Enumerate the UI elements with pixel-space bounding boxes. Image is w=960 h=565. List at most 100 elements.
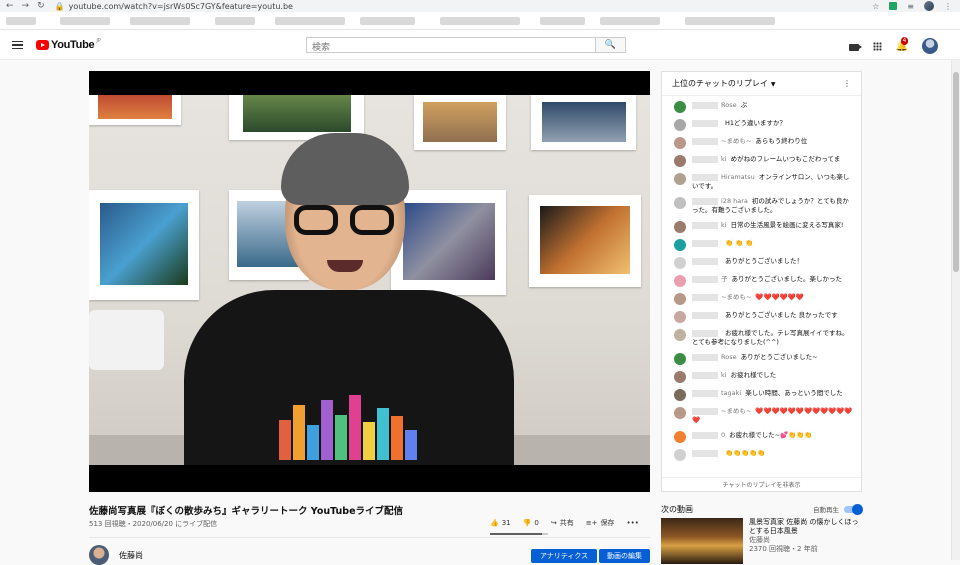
chat-author-avatar[interactable] bbox=[674, 257, 686, 269]
chat-author-avatar[interactable] bbox=[674, 119, 686, 131]
bookmark-item[interactable] bbox=[440, 17, 520, 25]
address-bar[interactable]: 🔒 youtube.com/watch?v=jsrWs0Sc7GY&featur… bbox=[55, 2, 293, 11]
chat-author-avatar[interactable] bbox=[674, 173, 686, 185]
chat-message-text: ぷ bbox=[740, 101, 748, 109]
chat-author-name: tagaki bbox=[721, 389, 742, 397]
like-ratio-fill bbox=[490, 533, 543, 535]
search-button[interactable]: 🔍 bbox=[596, 37, 626, 53]
chat-author-avatar[interactable] bbox=[674, 353, 686, 365]
chat-author-avatar[interactable] bbox=[674, 155, 686, 167]
chat-message-text: ❤️❤️❤️❤️❤️❤️ bbox=[755, 293, 804, 301]
create-video-icon[interactable] bbox=[848, 43, 862, 51]
redacted-name bbox=[692, 119, 718, 127]
video-title: 佐藤尚写真展『ぼくの散歩みち』ギャラリートーク YouTubeライブ配信 bbox=[89, 506, 404, 517]
bookmark-item[interactable] bbox=[275, 17, 345, 25]
page-scrollbar[interactable] bbox=[951, 60, 960, 560]
chat-filter-dropdown[interactable]: 上位のチャットのリプレイ ▼ bbox=[672, 78, 776, 89]
chat-author-avatar[interactable] bbox=[674, 371, 686, 383]
chat-message: 👏👏👏👏👏 bbox=[662, 449, 861, 461]
chat-author-avatar[interactable] bbox=[674, 221, 686, 233]
more-actions-button[interactable]: ••• bbox=[626, 519, 638, 527]
star-icon[interactable]: ☆ bbox=[872, 2, 879, 11]
thumbs-up-icon: 👍 bbox=[490, 519, 499, 527]
chat-author-avatar[interactable] bbox=[674, 275, 686, 287]
reload-icon[interactable]: ↻ bbox=[37, 1, 45, 11]
chat-message-body: Rose ありがとうございました~ bbox=[692, 353, 818, 362]
autoplay-toggle[interactable] bbox=[844, 503, 863, 515]
redacted-name bbox=[692, 371, 718, 379]
save-button[interactable]: ≡+ 保存 bbox=[586, 518, 615, 528]
extension-icon[interactable] bbox=[889, 2, 898, 10]
chat-message: ki 日常の生活風景を絵画に変える写真家! bbox=[662, 221, 861, 233]
channel-name[interactable]: 佐藤尚 bbox=[119, 550, 143, 561]
chat-author-avatar[interactable] bbox=[674, 137, 686, 149]
wall-photo bbox=[89, 190, 199, 300]
apps-grid-icon[interactable] bbox=[872, 41, 882, 51]
browser-nav: ← → ↻ bbox=[0, 1, 45, 11]
chat-author-name: 子 bbox=[721, 275, 728, 283]
chat-author-avatar[interactable] bbox=[674, 101, 686, 113]
bookmark-item[interactable] bbox=[60, 17, 110, 25]
chat-title: 上位のチャットのリプレイ bbox=[672, 79, 768, 88]
share-label: 共有 bbox=[559, 519, 574, 527]
hamburger-menu-icon[interactable] bbox=[12, 41, 23, 49]
chat-more-icon[interactable]: ⋮ bbox=[843, 79, 851, 88]
bookmark-item[interactable] bbox=[540, 17, 585, 25]
chat-author-avatar[interactable] bbox=[674, 449, 686, 461]
chat-message: ki めがねのフレームいつもこだわってま bbox=[662, 155, 861, 167]
redacted-name bbox=[692, 197, 718, 205]
redacted-name bbox=[692, 311, 718, 319]
like-button[interactable]: 👍 31 bbox=[490, 519, 511, 527]
chat-author-avatar[interactable] bbox=[674, 239, 686, 251]
scrollbar-thumb[interactable] bbox=[953, 72, 959, 272]
kebab-menu-icon[interactable]: ⋮ bbox=[944, 2, 952, 11]
bookmark-item[interactable] bbox=[600, 17, 660, 25]
media-icon[interactable]: ≡ bbox=[907, 2, 914, 11]
share-button[interactable]: ↪ 共有 bbox=[551, 518, 574, 528]
recommended-video[interactable]: 風景写真家 佐藤尚 の懐かしくほっとする日本風景 佐藤尚 2370 回視聴・2 … bbox=[661, 518, 861, 564]
channel-avatar[interactable] bbox=[89, 545, 109, 565]
share-icon: ↪ bbox=[550, 519, 557, 527]
chat-author-avatar[interactable] bbox=[674, 311, 686, 323]
chat-author-avatar[interactable] bbox=[674, 293, 686, 305]
bookmark-item[interactable] bbox=[215, 17, 255, 25]
chat-author-name: ki bbox=[721, 221, 727, 229]
notifications-bell-icon[interactable]: 🔔 4 bbox=[896, 36, 909, 52]
search-input[interactable]: 検索 bbox=[306, 37, 596, 53]
play-logo-icon bbox=[36, 40, 49, 50]
edit-video-button[interactable]: 動画の編集 bbox=[599, 549, 650, 563]
video-meta: 513 回視聴・2020/06/20 にライブ配信 bbox=[89, 520, 218, 528]
profile-avatar[interactable] bbox=[924, 1, 934, 11]
bookmark-item[interactable] bbox=[6, 17, 36, 25]
bookmark-item[interactable] bbox=[130, 17, 190, 25]
hide-chat-replay-button[interactable]: チャットのリプレイを非表示 bbox=[662, 477, 861, 491]
back-icon[interactable]: ← bbox=[6, 1, 14, 11]
chat-message-body: ki 日常の生活風景を絵画に変える写真家! bbox=[692, 221, 844, 230]
bookmark-item[interactable] bbox=[360, 17, 415, 25]
analytics-button[interactable]: アナリティクス bbox=[531, 549, 597, 563]
notification-badge: 4 bbox=[900, 36, 909, 45]
chat-author-avatar[interactable] bbox=[674, 431, 686, 443]
video-thumbnail[interactable] bbox=[661, 518, 743, 564]
chat-message-body: 0 お疲れ様でした~💕👏👏👏 bbox=[692, 431, 812, 440]
chat-author-avatar[interactable] bbox=[674, 197, 686, 209]
youtube-logo[interactable]: YouTube JP bbox=[36, 38, 101, 51]
recommended-title[interactable]: 風景写真家 佐藤尚 の懐かしくほっとする日本風景 bbox=[749, 518, 861, 536]
chat-author-avatar[interactable] bbox=[674, 389, 686, 401]
caret-down-icon: ▼ bbox=[770, 81, 776, 88]
redacted-name bbox=[692, 431, 718, 439]
chat-message: i28 hara 初の試みでしょうか？とても良かった。有難うございました。 bbox=[662, 197, 861, 215]
recommended-info: 風景写真家 佐藤尚 の懐かしくほっとする日本風景 佐藤尚 2370 回視聴・2 … bbox=[749, 518, 861, 564]
forward-icon[interactable]: → bbox=[22, 1, 30, 11]
chat-message: ありがとうございました！ bbox=[662, 257, 861, 269]
chat-message-text: ありがとうございました 良かったです bbox=[725, 311, 838, 319]
dislike-button[interactable]: 👎 0 bbox=[523, 519, 539, 527]
chat-message: tagaki 楽しい時間、あっという間でした bbox=[662, 389, 861, 401]
video-player[interactable] bbox=[89, 71, 650, 492]
account-avatar[interactable] bbox=[922, 38, 938, 54]
chat-author-avatar[interactable] bbox=[674, 329, 686, 341]
chat-author-avatar[interactable] bbox=[674, 407, 686, 419]
bookmark-item[interactable] bbox=[685, 17, 775, 25]
chat-message-text: あらもう終わり位 bbox=[755, 137, 808, 145]
chat-message-text: 日常の生活風景を絵画に変える写真家! bbox=[730, 221, 844, 229]
